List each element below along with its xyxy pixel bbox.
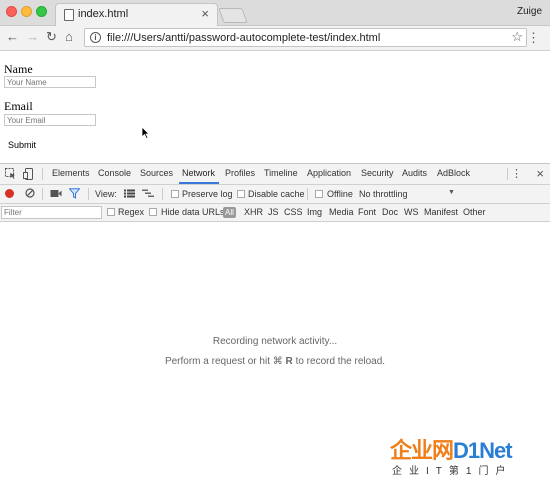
throttling-select[interactable]: No throttling (359, 189, 408, 199)
separator (162, 188, 163, 200)
large-rows-icon[interactable] (124, 189, 135, 198)
close-window-button[interactable] (6, 6, 17, 17)
new-tab-button[interactable] (218, 8, 248, 23)
bookmark-star-icon[interactable]: ☆ (511, 29, 523, 45)
separator (507, 168, 508, 180)
filter-font[interactable]: Font (358, 207, 376, 217)
network-toolbar: View: Preserve log Disable cache Offline… (0, 185, 550, 204)
tab-security[interactable]: Security (361, 168, 394, 178)
regex-checkbox[interactable] (107, 208, 115, 216)
offline-label[interactable]: Offline (327, 189, 353, 199)
submit-button[interactable]: Submit (4, 139, 40, 151)
clear-icon[interactable] (25, 188, 35, 198)
filter-all-button[interactable]: All (223, 207, 236, 218)
email-input[interactable] (4, 114, 96, 126)
filter-bar: Regex Hide data URLs All XHR JS CSS Img … (0, 204, 550, 222)
reload-hint-suffix: to record the reload. (295, 356, 386, 367)
name-label: Name (4, 62, 33, 76)
inspect-element-icon[interactable] (5, 168, 16, 179)
filter-img[interactable]: Img (307, 207, 322, 217)
reload-hint: Perform a request or hit ⌘ R to record t… (0, 356, 550, 367)
devtools-tab-bar: Elements Console Sources Network Profile… (0, 164, 550, 185)
preserve-log-checkbox[interactable] (171, 190, 179, 198)
tab-close-icon[interactable]: × (201, 7, 209, 20)
separator (88, 188, 89, 200)
reload-hint-prefix: Perform a request or hit ⌘ (164, 356, 283, 367)
reload-hint-key: R (285, 356, 293, 367)
filter-media[interactable]: Media (329, 207, 354, 217)
tab-timeline[interactable]: Timeline (264, 168, 298, 178)
profile-name[interactable]: Zuige (517, 6, 542, 17)
browser-tab[interactable]: index.html × (55, 3, 218, 26)
watermark-title: 企业网D1Net (390, 433, 513, 465)
filter-icon[interactable] (69, 188, 80, 199)
active-tab-indicator (179, 182, 219, 184)
reload-icon[interactable]: ↻ (46, 29, 57, 45)
capture-screenshots-icon[interactable] (50, 189, 62, 198)
watermark-subtitle: 企业IT第1门户 (392, 466, 513, 477)
mouse-cursor-icon (141, 126, 150, 139)
tab-profiles[interactable]: Profiles (225, 168, 255, 178)
tab-console[interactable]: Console (98, 168, 131, 178)
tab-elements[interactable]: Elements (52, 168, 90, 178)
regex-label[interactable]: Regex (118, 207, 144, 217)
url-text[interactable]: file:///Users/antti/password-autocomplet… (107, 32, 380, 44)
offline-checkbox[interactable] (315, 190, 323, 198)
filter-xhr[interactable]: XHR (244, 207, 263, 217)
tab-audits[interactable]: Audits (402, 168, 427, 178)
zoom-window-button[interactable] (36, 6, 47, 17)
device-toolbar-icon[interactable] (23, 168, 33, 180)
devtools-menu-icon[interactable]: ⋮ (511, 167, 522, 180)
watermark-title-left: 企业网 (390, 438, 454, 463)
record-icon[interactable] (5, 189, 14, 198)
recording-message: Recording network activity... (212, 336, 338, 347)
devtools-panel: Elements Console Sources Network Profile… (0, 163, 550, 479)
browser-menu-icon[interactable]: ⋮ (527, 30, 540, 46)
view-label: View: (95, 189, 117, 199)
chevron-down-icon[interactable]: ▼ (448, 189, 455, 196)
site-watermark-logo: 企业网D1Net 企业IT第1门户 (390, 433, 548, 478)
filter-input[interactable] (1, 206, 102, 219)
info-icon[interactable]: i (90, 32, 101, 43)
tab-adblock[interactable]: AdBlock (437, 168, 470, 178)
name-input[interactable] (4, 76, 96, 88)
tab-title: index.html (78, 8, 129, 20)
filter-other[interactable]: Other (463, 207, 486, 217)
page-content: Name Email Submit (0, 51, 550, 163)
hide-data-urls-checkbox[interactable] (149, 208, 157, 216)
separator (307, 188, 308, 200)
filter-js[interactable]: JS (268, 207, 279, 217)
home-icon[interactable]: ⌂ (65, 29, 73, 45)
filter-doc[interactable]: Doc (382, 207, 398, 217)
filter-manifest[interactable]: Manifest (424, 207, 458, 217)
waterfall-view-icon[interactable] (142, 189, 154, 198)
disable-cache-label[interactable]: Disable cache (248, 189, 305, 199)
address-bar[interactable]: i file:///Users/antti/password-autocompl… (84, 28, 527, 47)
tab-network[interactable]: Network (182, 168, 215, 178)
disable-cache-checkbox[interactable] (237, 190, 245, 198)
separator (42, 168, 43, 180)
browser-toolbar: ← → ↻ ⌂ i file:///Users/antti/password-a… (0, 26, 550, 51)
watermark-title-right: D1Net (453, 438, 513, 463)
tab-sources[interactable]: Sources (140, 168, 173, 178)
preserve-log-label[interactable]: Preserve log (182, 189, 233, 199)
filter-css[interactable]: CSS (284, 207, 303, 217)
devtools-close-icon[interactable]: × (536, 166, 544, 181)
email-label: Email (4, 99, 33, 113)
tab-application[interactable]: Application (307, 168, 351, 178)
hide-data-urls-label[interactable]: Hide data URLs (161, 207, 225, 217)
filter-ws[interactable]: WS (404, 207, 419, 217)
back-arrow-icon[interactable]: ← (6, 29, 19, 45)
title-bar: index.html × Zuige (0, 0, 550, 26)
minimize-window-button[interactable] (21, 6, 32, 17)
page-icon (64, 9, 74, 21)
forward-arrow-icon[interactable]: → (26, 29, 39, 45)
separator (42, 188, 43, 200)
